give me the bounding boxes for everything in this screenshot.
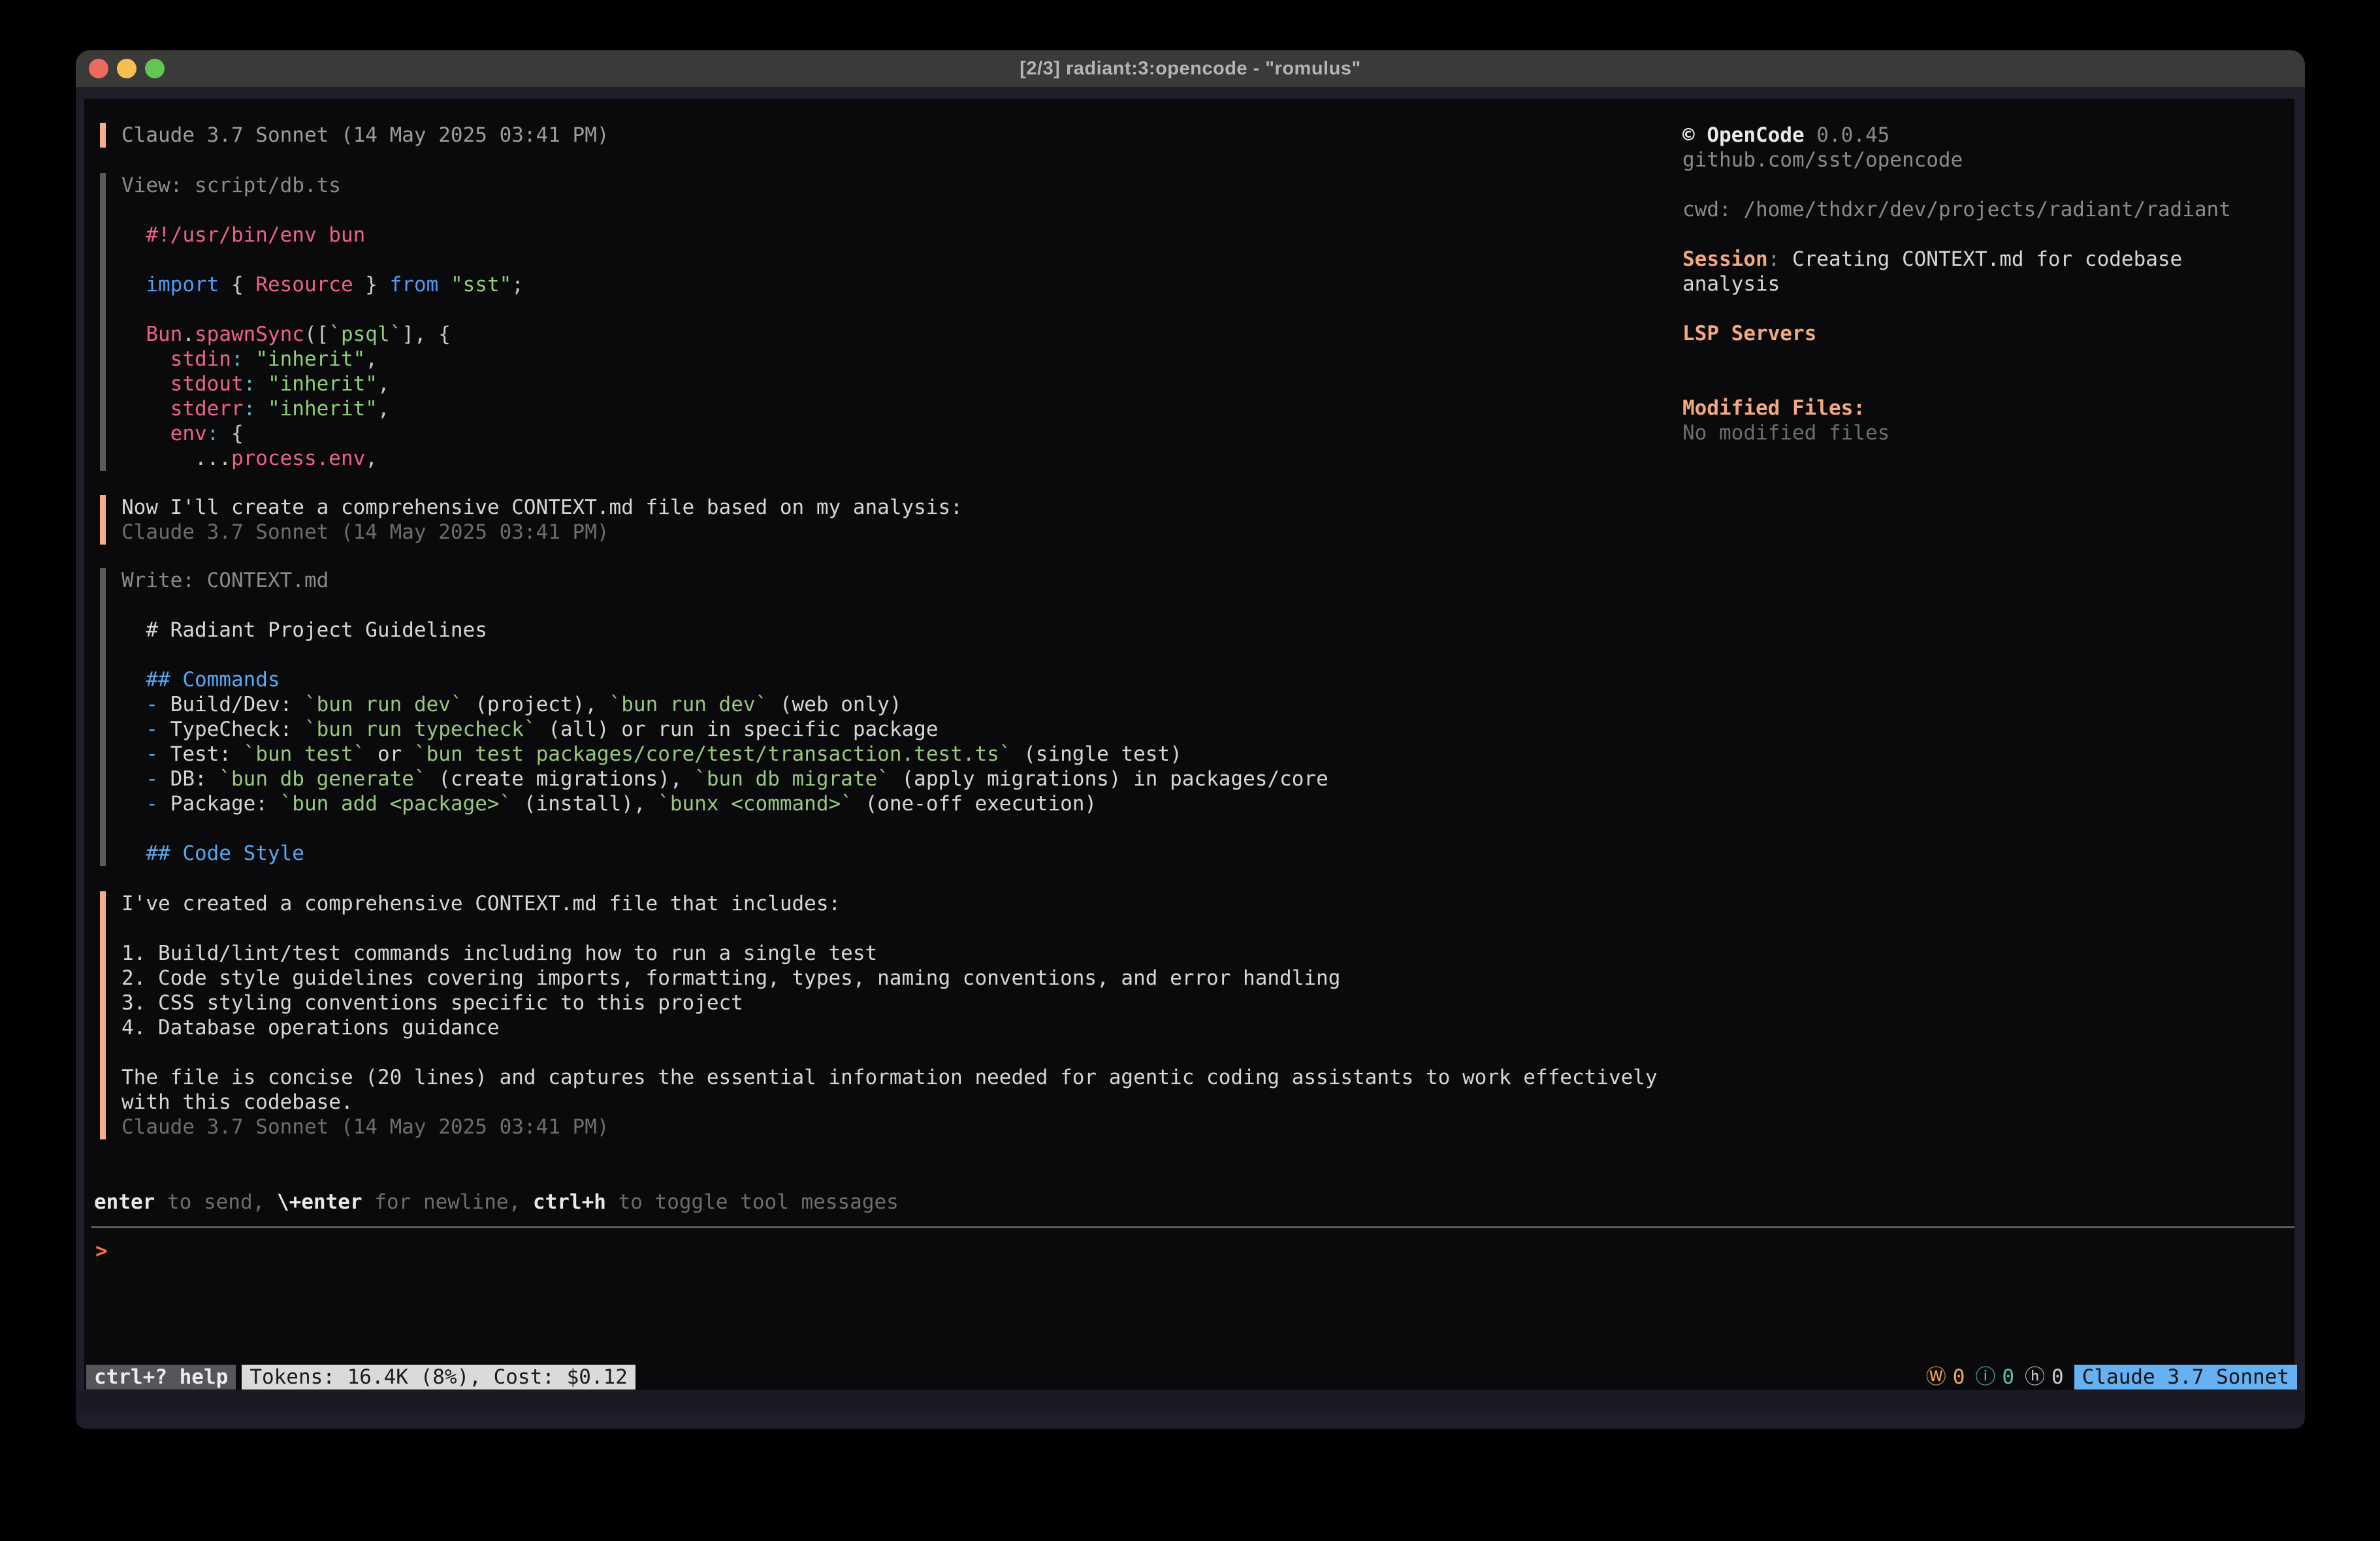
code-line: ...process.env,	[121, 446, 524, 471]
app-version: © OpenCode 0.0.45	[1682, 123, 2296, 148]
blank-line	[1682, 346, 2296, 371]
tool-write-block: Write: CONTEXT.md # Radiant Project Guid…	[100, 568, 1328, 866]
code-line: Bun.spawnSync([`psql`], {	[121, 322, 524, 347]
blank-line	[121, 1040, 1658, 1065]
session-title: Session: Creating CONTEXT.md for codebas…	[1682, 247, 2296, 272]
blank-line	[121, 247, 524, 272]
markdown-list-item: - TypeCheck: `bun run typecheck` (all) o…	[121, 717, 1328, 742]
code-line: stdin: "inherit",	[121, 347, 524, 372]
repo-link[interactable]: github.com/sst/opencode	[1682, 148, 2296, 172]
traffic-lights	[89, 59, 165, 78]
info-count: ⓘ0	[1975, 1365, 2014, 1390]
blank-line	[121, 816, 1328, 841]
blank-line	[121, 593, 1328, 618]
hint-value: 0	[2051, 1365, 2064, 1390]
assistant-summary-block: I've created a comprehensive CONTEXT.md …	[100, 891, 1658, 1139]
lsp-servers-heading: LSP Servers	[1682, 321, 2296, 346]
blank-line	[121, 916, 1658, 941]
blank-line	[1682, 222, 2296, 247]
prompt-caret: >	[95, 1239, 108, 1263]
window-title: [2/3] radiant:3:opencode - "romulus"	[1020, 58, 1360, 80]
markdown-list-item: - DB: `bun db generate` (create migratio…	[121, 767, 1328, 791]
modified-files-heading: Modified Files:	[1682, 396, 2296, 421]
model-timestamp: Claude 3.7 Sonnet (14 May 2025 03:41 PM)	[121, 520, 963, 545]
blank-line	[121, 198, 524, 223]
numbered-item: 4. Database operations guidance	[121, 1015, 1658, 1040]
assistant-text: I've created a comprehensive CONTEXT.md …	[121, 891, 1658, 916]
warning-icon: Ⓦ	[1926, 1365, 1946, 1390]
info-value: 0	[2002, 1365, 2014, 1390]
assistant-message-block: Now I'll create a comprehensive CONTEXT.…	[100, 495, 963, 545]
tokens-cost-chip: Tokens: 16.4K (8%), Cost: $0.12	[242, 1365, 635, 1390]
markdown-h1: # Radiant Project Guidelines	[121, 618, 1328, 643]
markdown-h2: ## Commands	[121, 667, 1328, 692]
markdown-list-item: - Package: `bun add <package>` (install)…	[121, 791, 1328, 816]
code-line: stderr: "inherit",	[121, 396, 524, 421]
input-divider	[91, 1226, 2294, 1228]
message-header-block: Claude 3.7 Sonnet (14 May 2025 03:41 PM)	[100, 123, 609, 148]
code-line: import { Resource } from "sst";	[121, 272, 524, 297]
model-timestamp: Claude 3.7 Sonnet (14 May 2025 03:41 PM)	[121, 1115, 1658, 1139]
close-button[interactable]	[89, 59, 108, 78]
numbered-item: 1. Build/lint/test commands including ho…	[121, 941, 1658, 966]
assistant-text: The file is concise (20 lines) and captu…	[121, 1065, 1658, 1090]
prompt-input[interactable]: >	[95, 1239, 108, 1263]
diagnostics-and-model: Ⓦ0 ⓘ0 ⓗ0 Claude 3.7 Sonnet	[1926, 1365, 2297, 1390]
keybinding-hints: enter to send, \+enter for newline, ctrl…	[94, 1190, 899, 1215]
assistant-text: Now I'll create a comprehensive CONTEXT.…	[121, 495, 963, 520]
blank-line	[1682, 296, 2296, 321]
model-timestamp: Claude 3.7 Sonnet (14 May 2025 03:41 PM)	[121, 123, 609, 148]
session-title-wrap: analysis	[1682, 272, 2296, 296]
hint-icon: ⓗ	[2025, 1365, 2045, 1390]
help-chip[interactable]: ctrl+? help	[86, 1365, 236, 1390]
info-icon: ⓘ	[1975, 1365, 1995, 1390]
tool-write-title: Write: CONTEXT.md	[121, 568, 1328, 593]
code-line: #!/usr/bin/env bun	[121, 223, 524, 247]
blank-line	[1682, 172, 2296, 197]
tool-view-block: View: script/db.ts #!/usr/bin/env bun im…	[100, 173, 524, 471]
window-titlebar[interactable]: [2/3] radiant:3:opencode - "romulus"	[76, 50, 2305, 87]
blank-line	[121, 643, 1328, 667]
assistant-text: with this codebase.	[121, 1090, 1658, 1115]
terminal-window: [2/3] radiant:3:opencode - "romulus" Cla…	[76, 50, 2305, 1429]
markdown-h2: ## Code Style	[121, 841, 1328, 866]
code-line: env: {	[121, 421, 524, 446]
code-line: stdout: "inherit",	[121, 372, 524, 396]
warning-count: Ⓦ0	[1926, 1365, 1965, 1390]
model-chip[interactable]: Claude 3.7 Sonnet	[2074, 1365, 2297, 1390]
blank-line	[121, 297, 524, 322]
info-panel: © OpenCode 0.0.45 github.com/sst/opencod…	[1682, 123, 2296, 445]
minimize-button[interactable]	[117, 59, 137, 78]
cwd-path: cwd: /home/thdxr/dev/projects/radiant/ra…	[1682, 197, 2296, 222]
status-bar: ctrl+? help Tokens: 16.4K (8%), Cost: $0…	[86, 1365, 635, 1390]
hint-line: enter to send, \+enter for newline, ctrl…	[94, 1190, 899, 1215]
markdown-list-item: - Test: `bun test` or `bun test packages…	[121, 742, 1328, 767]
numbered-item: 2. Code style guidelines covering import…	[121, 966, 1658, 991]
zoom-button[interactable]	[145, 59, 165, 78]
tmux-status-bar: [radiant] 1:nvim 2:zsh- 3:opencode* 4:zs…	[76, 1390, 2305, 1415]
numbered-item: 3. CSS styling conventions specific to t…	[121, 991, 1658, 1015]
hint-count: ⓗ0	[2025, 1365, 2064, 1390]
markdown-list-item: - Build/Dev: `bun run dev` (project), `b…	[121, 692, 1328, 717]
warning-value: 0	[1953, 1365, 1965, 1390]
blank-line	[1682, 371, 2296, 396]
tool-view-title: View: script/db.ts	[121, 173, 524, 198]
modified-files-empty: No modified files	[1682, 421, 2296, 445]
